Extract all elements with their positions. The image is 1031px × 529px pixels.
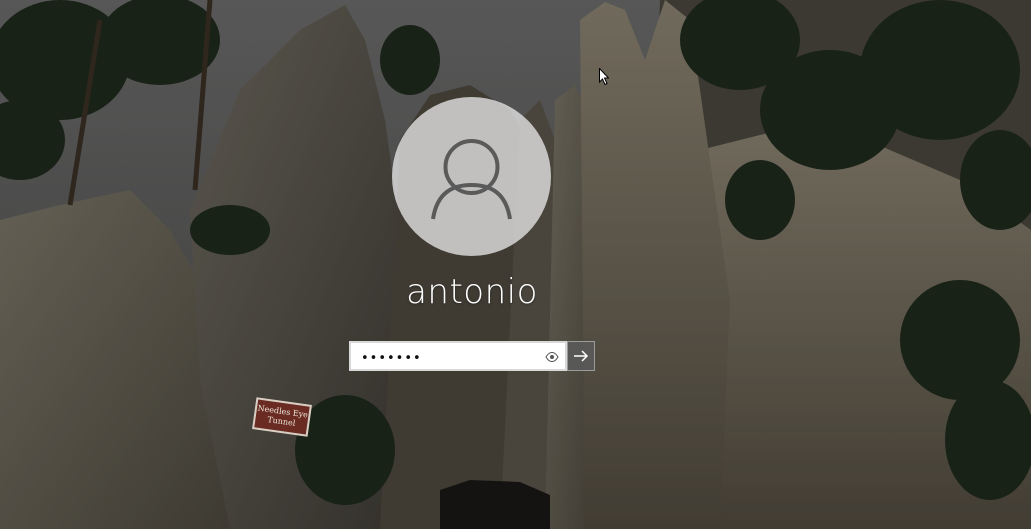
- password-input[interactable]: [359, 348, 543, 368]
- user-avatar: [392, 97, 551, 256]
- password-row: [349, 341, 595, 371]
- lock-screen: Needles Eye Tunnel antonio: [0, 0, 1031, 529]
- password-field[interactable]: [349, 341, 567, 371]
- mouse-pointer-icon: [599, 68, 609, 85]
- submit-button[interactable]: [567, 341, 595, 371]
- user-icon: [431, 139, 512, 220]
- arrow-right-icon: [574, 350, 589, 362]
- background-dim: [0, 0, 1031, 529]
- eye-icon[interactable]: [545, 350, 559, 364]
- username-label: antonio: [406, 272, 538, 312]
